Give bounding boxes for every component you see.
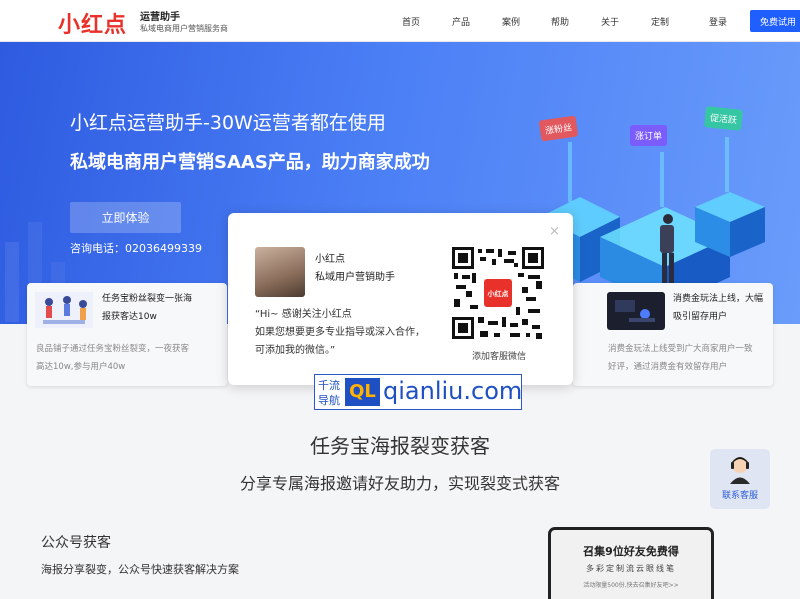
section-title: 任务宝海报裂变获客 — [310, 434, 490, 458]
login-link[interactable]: 登录 — [709, 15, 727, 28]
hero-subheadline: 私域电商用户营销SAAS产品，助力商家成功 — [70, 152, 430, 173]
card-title-line2: 吸引留存用户 — [673, 312, 728, 322]
customer-service-avatar-icon — [730, 457, 750, 484]
try-now-button[interactable]: 立即体验 — [70, 202, 181, 233]
watermark-cn-line1: 千流 — [318, 379, 340, 392]
message-line-2: 如果您想要更多专业指导或深入合作， — [255, 327, 425, 338]
qr-caption: 添加客服微信 — [472, 352, 527, 362]
card-desc-line1: 良品铺子通过任务宝粉丝裂变，一夜获客 — [36, 344, 190, 354]
nav-products[interactable]: 产品 — [452, 15, 470, 28]
hero-headline: 小红点运营助手-30W运营者都在使用 — [70, 112, 386, 134]
contact-name: 小红点 — [315, 254, 345, 265]
close-icon[interactable]: × — [549, 224, 560, 239]
contact-modal: × 小红点 私域用户营销助手 “Hi~ 感谢关注小红点 如果您想要更多专业指导或… — [228, 213, 573, 385]
message-line-3: 可添加我的微信。” — [255, 345, 336, 356]
feature-description: 海报分享裂变，公众号快速获客解决方案 — [41, 563, 239, 576]
watermark-domain: qianliu.com — [383, 377, 523, 405]
card-desc-line2: 高达10w,参与用户40w — [36, 362, 126, 372]
tag-boost-activity: 促活跃 — [704, 106, 744, 131]
contact-message: “Hi~ 感谢关注小红点 如果您想要更多专业指导或深入合作， 可添加我的微信。” — [255, 306, 425, 360]
customer-service-label: 联系客服 — [721, 491, 758, 501]
tag-grow-orders: 涨订单 — [630, 125, 668, 146]
free-trial-button[interactable]: 免费试用 — [750, 10, 800, 32]
customer-service-widget[interactable]: 联系客服 — [710, 449, 770, 509]
qr-center-logo: 小红点 — [487, 290, 509, 298]
hero-phone-number: 咨询电话：02036499339 — [70, 242, 202, 255]
nav-help[interactable]: 帮助 — [551, 15, 569, 28]
watermark-cn-line2: 导航 — [318, 394, 340, 407]
card-title-line2: 报获客达10w — [102, 312, 157, 322]
nav-about[interactable]: 关于 — [601, 15, 619, 28]
brand-subtitle: 私域电商用户营销服务商 — [140, 24, 228, 33]
brand-title: 运营助手 — [140, 12, 180, 23]
avatar — [255, 247, 305, 297]
nav-custom[interactable]: 定制 — [651, 15, 669, 28]
contact-role: 私域用户营销助手 — [315, 272, 395, 283]
watermark-mark: QL — [345, 378, 380, 406]
card-desc-line1: 消费金玩法上线受到广大商家用户一致 — [608, 344, 753, 354]
nav-cases[interactable]: 案例 — [502, 15, 520, 28]
feature-card-spending-credit[interactable]: 消费金玩法上线，大幅 吸引留存用户 消费金玩法上线受到广大商家用户一致 好评，通… — [573, 283, 773, 386]
poster-subtitle: 多彩定制流云眼线笔 — [586, 564, 676, 573]
poster-note: 活动限量500份,快去召集好友吧>> — [583, 582, 679, 589]
feature-title: 公众号获客 — [41, 535, 111, 551]
message-line-1: “Hi~ 感谢关注小红点 — [255, 309, 352, 320]
feature-card-fission[interactable]: 任务宝粉丝裂变一张海 报获客达10w 良品铺子通过任务宝粉丝裂变，一夜获客 高达… — [27, 283, 227, 386]
spending-credit-illustration-icon — [607, 292, 665, 330]
watermark-badge: 千流 导航 QL qianliu.com — [314, 374, 522, 410]
top-header: 小红点 运营助手 私域电商用户营销服务商 首页 产品 案例 帮助 关于 定制 登… — [0, 0, 800, 42]
watermark-chinese-text: 千流 导航 — [318, 378, 344, 408]
poster-preview: 召集9位好友免费得 多彩定制流云眼线笔 活动限量500份,快去召集好友吧>> — [548, 527, 714, 599]
card-title-line1: 消费金玩法上线，大幅 — [673, 294, 764, 304]
nav-home[interactable]: 首页 — [402, 15, 420, 28]
section-subtitle: 分享专属海报邀请好友助力，实现裂变式获客 — [239, 474, 560, 493]
fission-illustration-icon — [35, 292, 93, 328]
card-desc-line2: 好评，通过消费金有效留存用户 — [608, 362, 728, 372]
card-title-line1: 任务宝粉丝裂变一张海 — [102, 294, 193, 304]
poster-title: 召集9位好友免费得 — [583, 545, 679, 558]
brand-logo[interactable]: 小红点 — [58, 7, 127, 39]
